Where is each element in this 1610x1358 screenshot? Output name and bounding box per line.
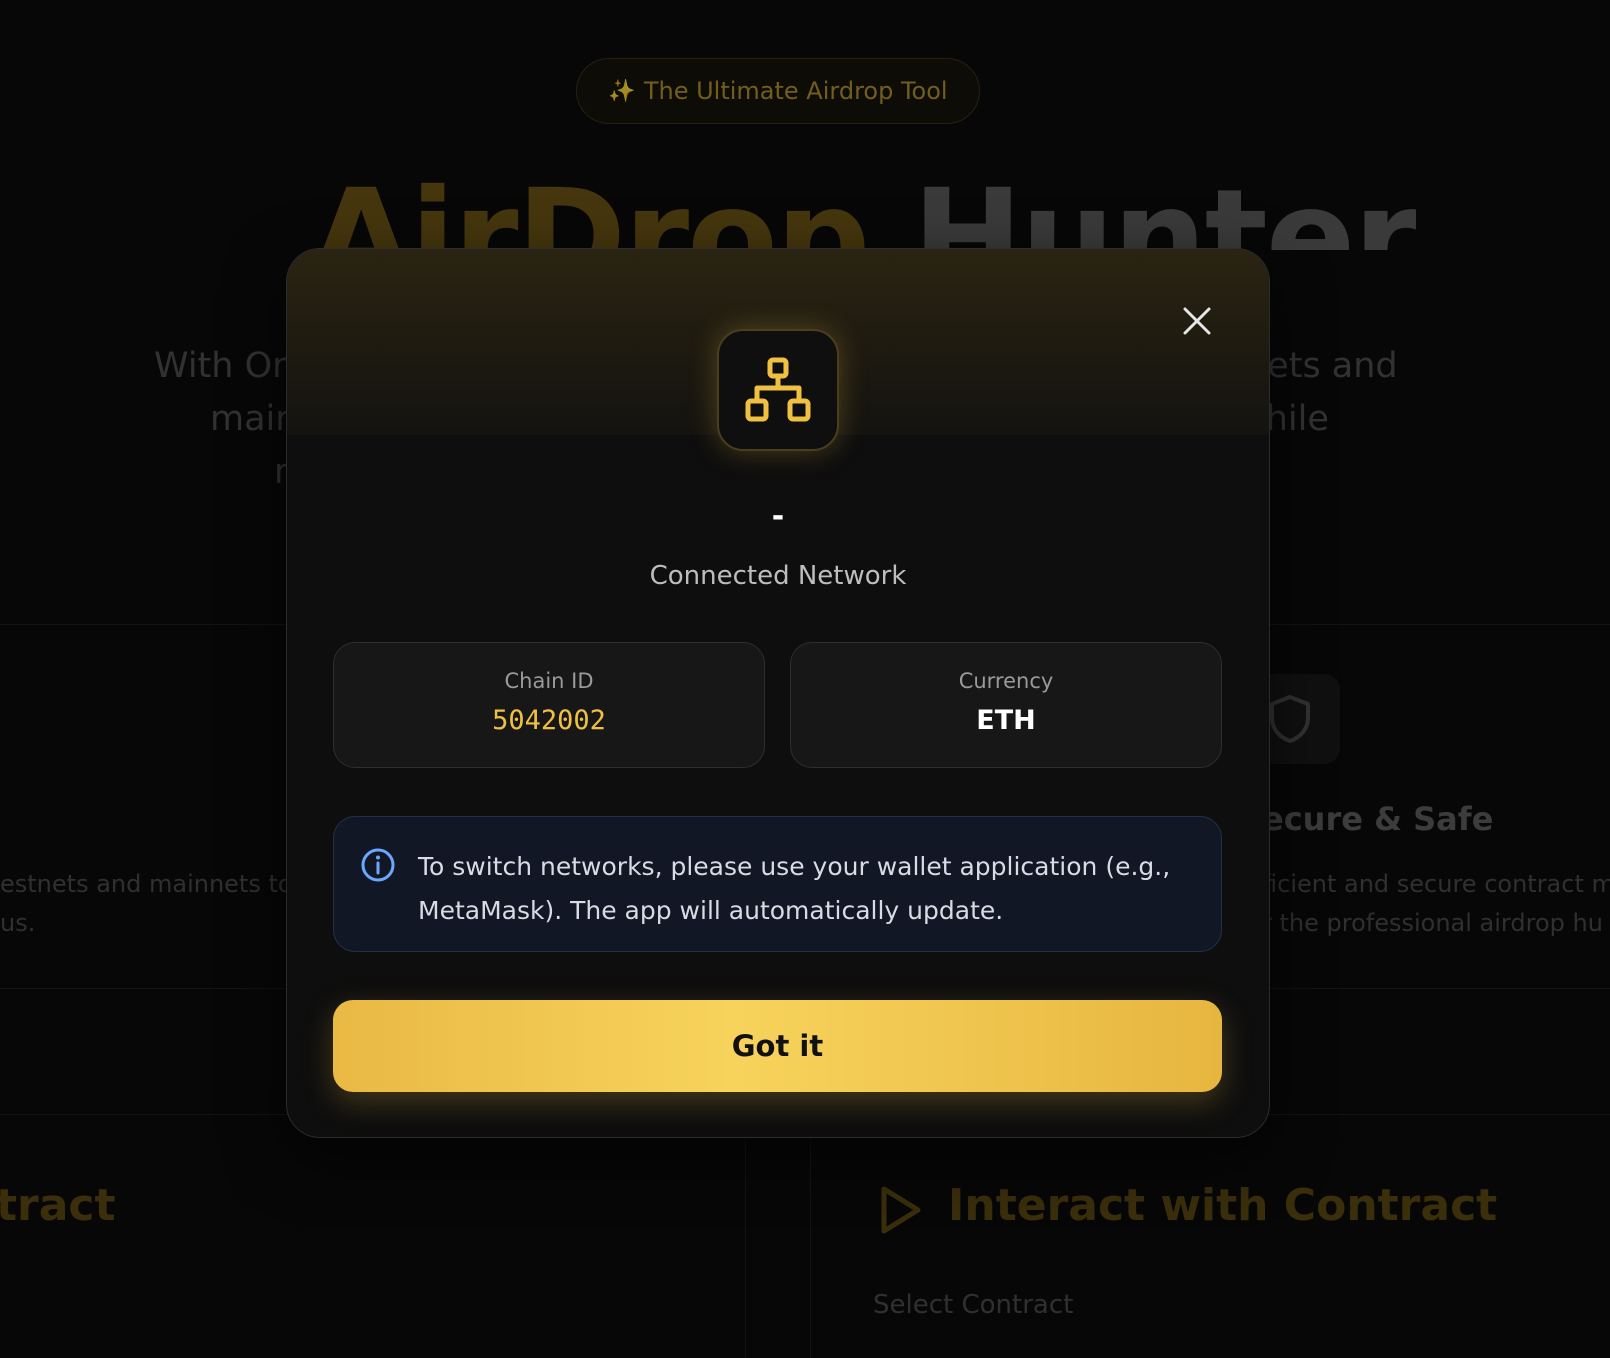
close-icon [1183,307,1211,335]
currency-label: Currency [958,669,1054,693]
info-icon [361,848,395,882]
network-subtitle: Connected Network [649,561,907,591]
network-icon [745,357,811,422]
network-name: - [771,499,785,534]
got-it-button[interactable]: Got it [333,1000,1222,1092]
currency-value: ETH [976,705,1036,736]
network-icon-badge [717,329,839,451]
chain-id-value: 5042002 [492,705,606,736]
info-text: To switch networks, please use your wall… [418,852,1171,925]
currency-card: Currency ETH [790,642,1222,768]
info-notice: To switch networks, please use your wall… [333,816,1222,952]
chain-id-card: Chain ID 5042002 [333,642,765,768]
network-info-dialog: - Connected Network Chain ID 5042002 Cur… [286,248,1270,1138]
chain-id-label: Chain ID [504,669,594,693]
close-button[interactable] [1177,301,1217,341]
